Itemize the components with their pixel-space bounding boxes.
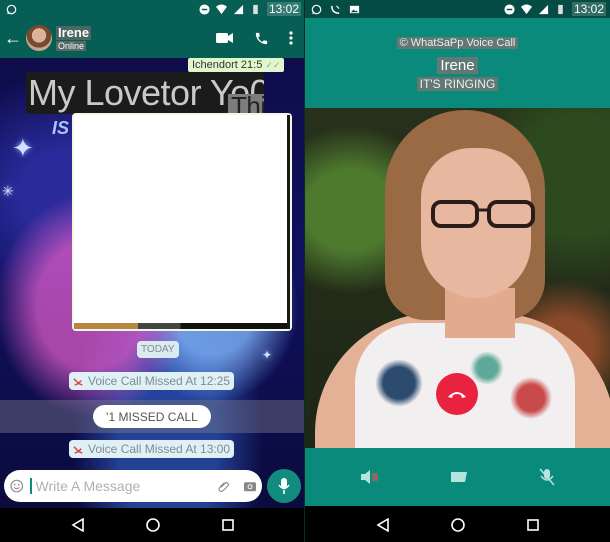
read-ticks-icon: ✓✓	[265, 59, 281, 70]
back-arrow-icon[interactable]: ←	[4, 29, 24, 47]
back-nav-icon[interactable]	[376, 518, 390, 532]
battery-icon	[558, 4, 563, 14]
dnd-icon	[199, 3, 210, 15]
signal-icon	[233, 4, 244, 14]
missed-banner-text: '1 MISSED CALL	[106, 409, 198, 424]
message-text: Ichendort 21:5	[192, 59, 263, 71]
avatar[interactable]	[26, 25, 52, 51]
status-bar: 13:02	[305, 0, 610, 18]
call-status: IT'S RINGING	[416, 77, 499, 91]
more-options-icon[interactable]	[289, 31, 293, 45]
video-call-icon[interactable]	[216, 32, 234, 44]
recents-nav-icon[interactable]	[222, 519, 234, 531]
photo-glasses	[431, 200, 535, 228]
missed-call-notice[interactable]: Voice Call Missed At 13:00	[69, 440, 235, 458]
voice-call-icon[interactable]	[254, 31, 269, 46]
chat-screen: 13:02 ← Irene Online ✦ ✳ ✦ Ichendort 21:…	[0, 0, 305, 542]
recents-nav-icon[interactable]	[527, 519, 539, 531]
image-message[interactable]	[72, 113, 292, 331]
date-label: TODAY	[141, 344, 175, 355]
status-time: 13:02	[571, 2, 606, 16]
message-composer	[4, 470, 262, 502]
image-footer	[74, 323, 287, 329]
signal-icon	[538, 4, 549, 14]
contact-info[interactable]: Irene Online	[56, 24, 92, 51]
mic-icon	[278, 478, 290, 494]
missed-call-text: Voice Call Missed At 12:25	[88, 374, 231, 388]
whatsapp-icon	[311, 4, 322, 14]
call-header: © WhatSaPp Voice Call Irene IT'S RINGING	[305, 18, 610, 108]
missed-call-banner[interactable]: '1 MISSED CALL	[93, 405, 211, 428]
contact-status: Online	[56, 40, 87, 51]
wifi-icon	[520, 3, 532, 14]
android-navbar	[0, 508, 305, 542]
mic-button[interactable]	[267, 469, 301, 503]
image-icon	[349, 5, 360, 13]
caller-name: Irene	[437, 57, 478, 74]
caption-highlight: This	[228, 93, 264, 114]
wallpaper-text: IS	[52, 118, 70, 138]
missed-call-icon	[331, 4, 340, 14]
end-call-button[interactable]	[436, 373, 478, 415]
image-placeholder	[74, 115, 290, 329]
whatsapp-icon	[6, 4, 17, 14]
android-navbar	[305, 508, 610, 542]
contact-name: Irene	[56, 24, 92, 40]
date-divider: TODAY	[137, 341, 179, 358]
home-nav-icon[interactable]	[451, 518, 466, 532]
missed-call-icon	[73, 377, 83, 386]
missed-call-notice[interactable]: Voice Call Missed At 12:25	[69, 372, 235, 390]
chat-header: ← Irene Online	[0, 18, 305, 58]
back-nav-icon[interactable]	[71, 518, 85, 532]
call-screen: 13:02 © WhatSaPp Voice Call Irene IT'S R…	[305, 0, 610, 542]
overlay-caption: My Lovetor Yo0 This	[26, 72, 264, 114]
speaker-icon[interactable]	[360, 469, 380, 485]
message-input[interactable]	[29, 478, 217, 494]
end-call-icon	[448, 392, 466, 398]
wifi-icon	[215, 3, 227, 14]
status-bar: 13:02	[0, 0, 305, 18]
attach-icon[interactable]	[217, 477, 231, 495]
emoji-icon[interactable]	[10, 477, 24, 495]
message-bubble[interactable]: Ichendort 21:5 ✓✓	[188, 58, 285, 72]
missed-call-text: Voice Call Missed At 13:00	[88, 442, 231, 456]
missed-call-icon	[73, 445, 83, 454]
status-time: 13:02	[266, 2, 301, 16]
sparkle-decoration: ✦	[262, 348, 273, 362]
sparkle-decoration: ✳	[2, 183, 14, 199]
dnd-icon	[504, 3, 515, 15]
call-brand-label: © WhatSaPp Voice Call	[396, 37, 519, 49]
camera-icon[interactable]	[244, 479, 256, 493]
mute-icon[interactable]	[539, 468, 555, 486]
call-controls	[305, 448, 610, 506]
home-nav-icon[interactable]	[146, 518, 161, 532]
battery-icon	[253, 4, 258, 14]
sparkle-decoration: ✦	[12, 133, 34, 163]
video-icon[interactable]	[450, 470, 468, 484]
